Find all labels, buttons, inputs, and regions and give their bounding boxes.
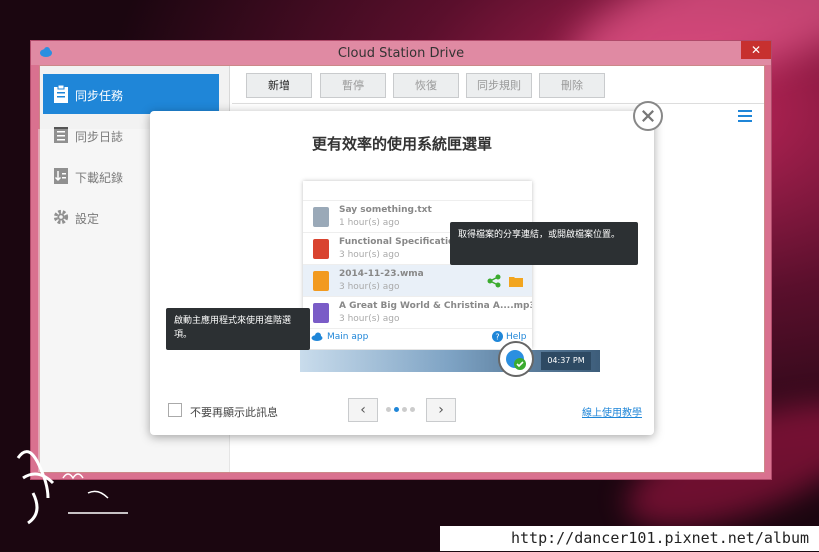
dialog-close-icon[interactable] (633, 101, 663, 131)
taskbar-clock: 04:37 PM (541, 352, 591, 370)
clipboard-icon (54, 85, 68, 103)
text-file-icon (313, 207, 329, 227)
file-time: 3 hour(s) ago (339, 250, 400, 260)
list-item: A Great Big World & Christina A....mp3 3… (303, 297, 532, 329)
watermark-url: http://dancer101.pixnet.net/album (440, 526, 819, 551)
next-page-button[interactable]: › (426, 398, 456, 422)
pause-button[interactable]: 暫停 (320, 73, 386, 98)
list-item: 2014-11-23.wma 3 hour(s) ago (303, 265, 532, 297)
online-tutorial-link[interactable]: 線上使用教學 (582, 404, 642, 419)
toolbar: 新增 暫停 恢復 同步規則 刪除 (232, 66, 764, 104)
tooltip-share-location: 取得檔案的分享連結，或開啟檔案位置。 (450, 222, 638, 265)
list-item (303, 181, 532, 201)
page-dot (386, 407, 391, 412)
delete-button[interactable]: 刪除 (539, 73, 605, 98)
file-time: 3 hour(s) ago (339, 282, 400, 292)
page-dot (410, 407, 415, 412)
share-link-icon (487, 274, 501, 288)
cloud-icon (311, 332, 323, 341)
file-name: Say something.txt (339, 205, 432, 215)
window-title: Cloud Station Drive (337, 46, 465, 61)
file-name: A Great Big World & Christina A....mp3 (339, 301, 532, 311)
dont-show-checkbox[interactable] (168, 403, 182, 417)
tray-menu-mock: Say something.txt 1 hour(s) ago Function… (303, 181, 532, 349)
window-close-button[interactable]: ✕ (741, 41, 771, 59)
tray-cloud-station-icon (498, 341, 534, 377)
add-button[interactable]: 新增 (246, 73, 312, 98)
resume-button[interactable]: 恢復 (393, 73, 459, 98)
author-signature-logo (16, 450, 128, 525)
svg-text:?: ? (495, 333, 499, 342)
sync-check-icon (506, 350, 526, 370)
help-icon: ? (492, 331, 503, 342)
tray-menu-illustration: Say something.txt 1 hour(s) ago Function… (150, 181, 654, 381)
folder-icon (509, 277, 523, 287)
page-dot-active (394, 407, 399, 412)
music-file-icon (313, 303, 329, 323)
audio-file-icon (313, 271, 329, 291)
file-time: 1 hour(s) ago (339, 218, 400, 228)
sidebar-item-sync-tasks[interactable]: 同步任務 (43, 74, 219, 114)
page-dot (402, 407, 407, 412)
sync-rules-button[interactable]: 同步規則 (466, 73, 532, 98)
menu-icon[interactable] (738, 110, 752, 122)
file-name: 2014-11-23.wma (339, 269, 424, 279)
pdf-file-icon (313, 239, 329, 259)
tooltip-main-app: 啟動主應用程式來使用進階選項。 (166, 308, 310, 350)
main-app-link[interactable]: Main app (327, 332, 368, 342)
dont-show-label: 不要再顯示此訊息 (190, 406, 278, 419)
prev-page-button[interactable]: ‹ (348, 398, 378, 422)
tips-dialog: 更有效率的使用系統匣選單 Say something.txt 1 hour(s)… (150, 101, 663, 435)
title-bar[interactable]: Cloud Station Drive ✕ (31, 41, 771, 65)
file-time: 3 hour(s) ago (339, 314, 400, 324)
dialog-title: 更有效率的使用系統匣選單 (311, 135, 492, 153)
dialog-footer: 不要再顯示此訊息 ‹ › 線上使用教學 (150, 397, 654, 425)
tray-menu-footer: Main app ? Help (303, 327, 532, 349)
sidebar-item-label: 同步任務 (75, 89, 124, 103)
page-indicator (386, 407, 416, 413)
